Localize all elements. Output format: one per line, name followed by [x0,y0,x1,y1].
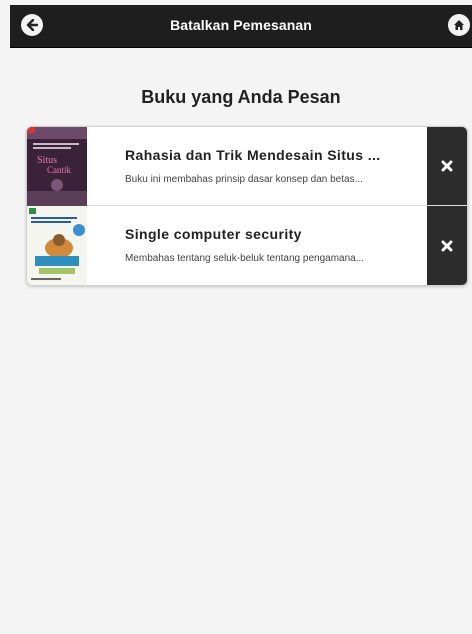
item-title: Rahasia dan Trik Mendesain Situs ... [125,147,381,163]
book-cover-image [27,206,87,285]
book-cover-image: Situs Cantik [27,127,87,206]
order-list: Situs Cantik Rahasia dan Trik Mendesain … [26,126,468,286]
item-title: Single computer security [125,226,302,242]
home-button[interactable] [448,14,470,36]
svg-text:Cantik: Cantik [47,165,71,175]
header-title: Batalkan Pemesanan [170,17,312,33]
close-icon [441,160,453,172]
page-title: Buku yang Anda Pesan [141,87,341,107]
item-description: Membahas tentang seluk-beluk tentang pen… [125,253,365,264]
close-icon [441,240,453,251]
delete-order-button[interactable] [427,206,467,285]
list-item[interactable]: Single computer security Membahas tentan… [27,206,467,285]
home-icon [454,20,464,30]
item-description: Buku ini membahas prinsip dasar konsep d… [125,174,363,185]
header-bar: Batalkan Pemesanan [10,5,472,48]
delete-order-button[interactable] [427,127,467,205]
list-item[interactable]: Situs Cantik Rahasia dan Trik Mendesain … [27,127,467,206]
